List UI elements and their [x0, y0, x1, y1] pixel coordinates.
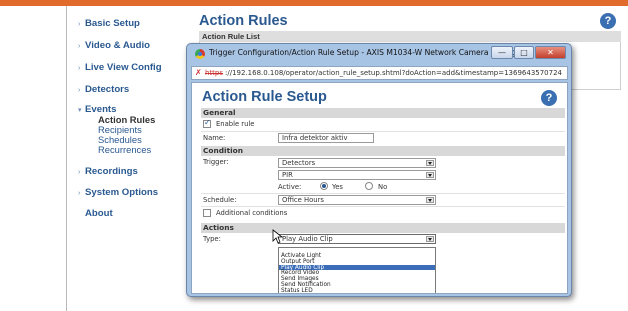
trigger-value: Detectors — [282, 159, 316, 167]
enable-rule-checkbox[interactable] — [203, 118, 211, 128]
section-condition: Condition — [201, 146, 565, 156]
type-value: Play Audio Clip — [282, 235, 333, 243]
schedule-value: Office Hours — [282, 196, 324, 204]
type-label: Type: — [203, 235, 221, 243]
chrome-icon — [195, 49, 205, 59]
active-label: Active: — [278, 183, 302, 191]
help-icon[interactable]: ? — [600, 13, 616, 29]
url-text: ://192.168.0.108/operator/action_rule_se… — [225, 69, 563, 77]
nav-item-about[interactable]: About — [78, 208, 113, 219]
minimize-button[interactable]: — — [491, 46, 513, 59]
chevron-down-icon — [426, 160, 434, 166]
nav-item-label: System Options — [85, 187, 159, 198]
nav-item-detectors[interactable]: › Detectors — [78, 84, 129, 95]
divider — [201, 131, 565, 132]
schedule-label: Schedule: — [203, 196, 237, 204]
additional-conditions-label: Additional conditions — [216, 209, 288, 217]
trigger-sub-value: PIR — [282, 171, 293, 179]
trigger-select[interactable]: Detectors — [278, 158, 436, 168]
chevron-down-icon: ▾ — [78, 107, 82, 114]
active-yes-radio[interactable] — [320, 182, 328, 190]
url-scheme: https — [205, 69, 224, 77]
additional-conditions-checkbox[interactable] — [203, 209, 211, 217]
chevron-right-icon: › — [78, 65, 81, 72]
type-dropdown-list[interactable]: Activate Light Output Port Play Audio Cl… — [278, 247, 436, 293]
divider — [201, 193, 565, 194]
active-no-radio[interactable] — [365, 182, 373, 190]
section-actions: Actions — [201, 223, 565, 233]
nav-item-label: Recordings — [85, 166, 138, 177]
chevron-down-icon — [426, 197, 434, 203]
chevron-down-icon — [426, 172, 434, 178]
maximize-button[interactable]: □ — [514, 46, 534, 59]
section-general: General — [201, 108, 565, 118]
divider — [201, 206, 565, 207]
active-yes-label: Yes — [332, 183, 343, 191]
popup-content: Action Rule Setup ? General Enable rule … — [191, 82, 568, 294]
close-button[interactable]: ✕ — [535, 46, 566, 59]
dropdown-option[interactable]: Status LED — [279, 288, 435, 293]
active-no-label: No — [378, 183, 388, 191]
chevron-right-icon: › — [78, 190, 81, 197]
enable-rule-label: Enable rule — [216, 120, 255, 128]
nav-item-label: Basic Setup — [85, 18, 140, 29]
nav-item-label: Detectors — [85, 84, 130, 95]
type-select[interactable]: Play Audio Clip — [278, 234, 436, 244]
address-bar[interactable]: ✗ https ://192.168.0.108/operator/action… — [191, 66, 568, 80]
nav-item-label: About — [85, 208, 113, 219]
trigger-label: Trigger: — [203, 158, 229, 166]
nav-item-live-view-config[interactable]: › Live View Config — [78, 62, 162, 73]
popup-window: Trigger Configuration/Action Rule Setup … — [186, 43, 572, 297]
window-title: Trigger Configuration/Action Rule Setup … — [209, 48, 526, 57]
chevron-right-icon: › — [78, 21, 81, 28]
nav-item-recordings[interactable]: › Recordings — [78, 166, 138, 177]
page-title: Action Rules — [199, 13, 288, 29]
window-titlebar[interactable]: Trigger Configuration/Action Rule Setup … — [187, 44, 571, 64]
chevron-right-icon: › — [78, 43, 81, 50]
name-field[interactable]: Infra detektor aktiv — [278, 133, 374, 143]
nav-sub-recurrences[interactable]: Recurrences — [98, 144, 151, 155]
nav-item-label: Live View Config — [85, 62, 162, 73]
chevron-right-icon: › — [78, 87, 81, 94]
insecure-lock-icon: ✗ — [195, 68, 202, 77]
chevron-right-icon: › — [78, 169, 81, 176]
help-icon[interactable]: ? — [541, 90, 557, 106]
mouse-cursor-icon — [272, 229, 284, 244]
nav-item-label: Video & Audio — [85, 40, 151, 51]
nav-item-video-audio[interactable]: › Video & Audio — [78, 40, 150, 51]
action-rule-list-header: Action Rule List — [199, 31, 621, 42]
nav-item-system-options[interactable]: › System Options — [78, 187, 158, 198]
nav-item-basic-setup[interactable]: › Basic Setup — [78, 18, 140, 29]
trigger-sub-select[interactable]: PIR — [278, 170, 436, 180]
schedule-select[interactable]: Office Hours — [278, 195, 436, 205]
name-label: Name: — [203, 134, 226, 142]
chevron-down-icon — [426, 236, 434, 242]
form-title: Action Rule Setup — [202, 89, 327, 105]
